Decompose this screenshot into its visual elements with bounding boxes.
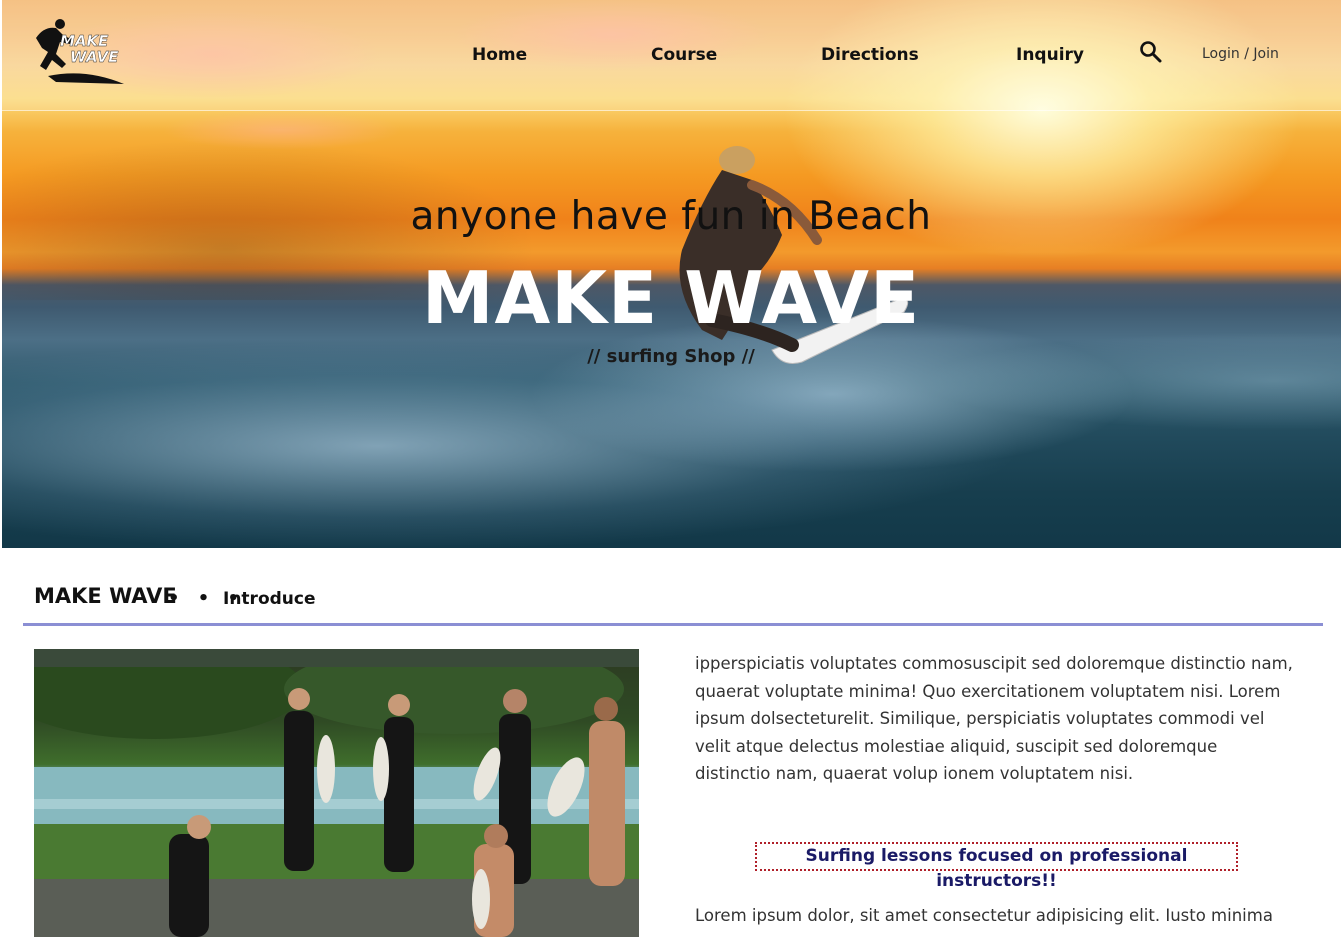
intro-paragraph-1: ipperspiciatis voluptates commosuscipit … [695, 654, 1293, 783]
logo[interactable]: MAKE WAVE [26, 18, 126, 86]
nav-directions[interactable]: Directions [821, 45, 919, 65]
nav-home[interactable]: Home [472, 45, 527, 65]
surfers-photo-art [34, 649, 639, 937]
nav-course[interactable]: Course [651, 45, 717, 65]
logo-text-line2: WAVE [70, 48, 119, 66]
search-icon[interactable] [1139, 40, 1163, 64]
highlight-box: Surfing lessons focused on professional … [755, 842, 1238, 891]
section-divider [23, 623, 1323, 626]
hero-subtitle: // surfing Shop // [587, 346, 755, 367]
hero-tagline: anyone have fun in Beach [410, 194, 932, 239]
nav-inquiry[interactable]: Inquiry [1016, 45, 1084, 65]
section-subtitle: Introduce [223, 589, 316, 609]
site-header: MAKE WAVE Home Course Directions Inquiry… [2, 0, 1341, 111]
surfers-photo [34, 649, 639, 937]
login-join-link[interactable]: Login / Join [1202, 46, 1279, 62]
section-title: MAKE WAVE [34, 584, 177, 608]
hero-title: MAKE WAVE [421, 256, 921, 340]
intro-paragraph-2: Lorem ipsum dolor, sit amet consectetur … [695, 906, 1273, 925]
